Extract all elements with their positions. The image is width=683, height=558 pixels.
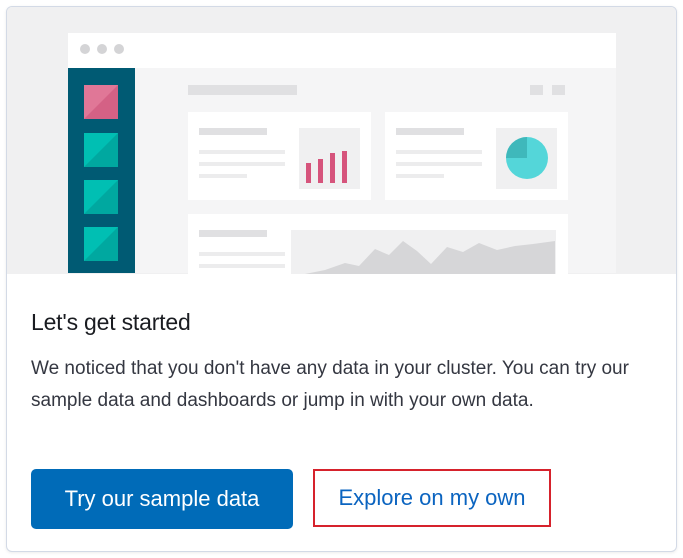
window-dot-icon [114, 44, 124, 54]
window-dot-icon [97, 44, 107, 54]
try-sample-data-button[interactable]: Try our sample data [31, 469, 293, 529]
panel-line-placeholder [396, 174, 444, 178]
dashboard-illustration-svg [68, 33, 616, 274]
bar-chart-bar [318, 159, 323, 183]
panel-title-placeholder [396, 128, 464, 135]
panel-title-placeholder [199, 230, 267, 237]
bar-chart-bar [330, 153, 335, 183]
bar-chart-bar [342, 151, 347, 183]
explore-on-my-own-link[interactable]: Explore on my own [313, 469, 551, 527]
panel-line-placeholder [396, 162, 482, 166]
panel-line-placeholder [199, 174, 247, 178]
bar-chart-bar [306, 163, 311, 183]
card-body: Let's get started We noticed that you do… [31, 293, 651, 417]
dashboard-illustration [7, 7, 676, 274]
panel-line-placeholder [396, 150, 482, 154]
card-description: We noticed that you don't have any data … [31, 358, 629, 411]
card-title: Let's get started [31, 309, 191, 335]
getting-started-card: Let's get started We noticed that you do… [6, 6, 677, 552]
header-placeholder [552, 85, 565, 95]
panel-line-placeholder [199, 252, 285, 256]
panel-line-placeholder [199, 162, 285, 166]
panel-title-placeholder [199, 128, 267, 135]
header-placeholder [530, 85, 543, 95]
panel-line-placeholder [199, 150, 285, 154]
panel-line-placeholder [199, 264, 285, 268]
browser-titlebar [68, 33, 616, 68]
header-placeholder [188, 85, 297, 95]
window-dot-icon [80, 44, 90, 54]
